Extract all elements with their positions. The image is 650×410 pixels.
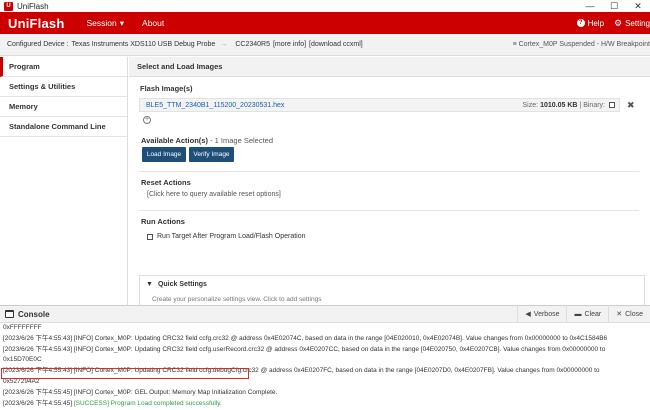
minimize-button[interactable]: — bbox=[578, 0, 602, 12]
flash-image-row[interactable]: BLE5_TTM_2340B1_115200_20230531.hex Size… bbox=[139, 98, 620, 112]
panel-title: Select and Load Images bbox=[129, 57, 650, 77]
brand-title: UniFlash bbox=[8, 15, 65, 31]
run-target-label: Run Target After Program Load/Flash Oper… bbox=[157, 233, 306, 240]
verify-image-button[interactable]: Verify Image bbox=[189, 147, 234, 162]
size-value: 1010.05 KB bbox=[540, 101, 578, 109]
binary-checkbox[interactable] bbox=[609, 102, 615, 108]
binary-label: | Binary: bbox=[579, 101, 605, 109]
session-menu-label: Session bbox=[86, 18, 117, 28]
nav-item-settings-utilities[interactable]: Settings & Utilities bbox=[0, 77, 127, 97]
file-size-info: Size: 1010.05 KB | Binary: bbox=[523, 102, 619, 109]
nav-item-standalone-command-line[interactable]: Standalone Command Line bbox=[0, 117, 127, 137]
caret-down-icon: ▼ bbox=[146, 280, 153, 288]
console-icon bbox=[5, 310, 14, 318]
close-icon: ✕ bbox=[616, 311, 623, 318]
header-actions: ? Help ⚙ Setting bbox=[576, 18, 650, 29]
section-divider bbox=[139, 210, 639, 211]
window-controls: — ☐ ✕ bbox=[578, 0, 650, 12]
verbose-label: Verbose bbox=[533, 310, 560, 318]
console-header: Console ◀ Verbose ▬ Clear ✕ Close bbox=[0, 305, 650, 323]
log-line: [2023/6/26 下午4:55:43] [INFO] Cortex_M0P:… bbox=[3, 345, 606, 353]
run-target-option[interactable]: Run Target After Program Load/Flash Oper… bbox=[147, 233, 306, 240]
more-info-link[interactable]: [more info] bbox=[273, 41, 306, 48]
arrow-right-icon: → bbox=[220, 41, 228, 48]
settings-label: Setting bbox=[625, 18, 650, 28]
target-status: ≡ Cortex_M0P Suspended - H/W Breakpoint bbox=[512, 41, 650, 48]
console-controls: ◀ Verbose ▬ Clear ✕ Close bbox=[517, 305, 650, 323]
success-timestamp: [2023/6/26 下午4:55:45] bbox=[3, 399, 73, 407]
clear-button[interactable]: ▬ Clear bbox=[566, 305, 608, 323]
log-line: [2023/6/26 下午4:55:43] [INFO] Cortex_M0P:… bbox=[3, 334, 608, 342]
console-title-label: Console bbox=[18, 309, 50, 319]
maximize-button[interactable]: ☐ bbox=[602, 0, 626, 12]
console-log: 0xFFFFFFFF [2023/6/26 下午4:55:43] [INFO] … bbox=[0, 323, 650, 410]
nav-item-program[interactable]: Program bbox=[0, 57, 127, 77]
main-panel: Select and Load Images Flash Image(s) bbox=[129, 57, 650, 305]
help-button[interactable]: ? Help bbox=[576, 18, 605, 28]
load-image-button[interactable]: Load Image bbox=[142, 147, 186, 162]
configured-device-label: Configured Device : bbox=[7, 41, 69, 48]
quick-settings-title: Quick Settings bbox=[157, 280, 207, 288]
caret-down-icon: ▾ bbox=[119, 17, 125, 28]
quick-settings-panel: ▼ Quick Settings Create your personalize… bbox=[139, 275, 645, 305]
gear-icon: ⚙ bbox=[614, 17, 623, 28]
download-ccxml-link[interactable]: [download ccxml] bbox=[309, 41, 363, 48]
device-name: CC2340R5 bbox=[235, 41, 270, 48]
probe-name: Texas Instruments XDS110 USB Debug Probe bbox=[71, 41, 216, 48]
nav-item-memory[interactable]: Memory bbox=[0, 97, 127, 117]
eraser-icon: ▬ bbox=[574, 310, 582, 318]
close-label: Close bbox=[625, 310, 643, 318]
session-menu[interactable]: Session ▾ bbox=[87, 18, 125, 29]
flash-images-title: Flash Image(s) bbox=[140, 84, 193, 93]
success-log-line: [2023/6/26 下午4:55:45] [SUCCESS] Program … bbox=[3, 399, 650, 410]
settings-button[interactable]: ⚙ Setting bbox=[614, 18, 650, 29]
size-label: Size: bbox=[522, 101, 539, 109]
query-reset-options-link[interactable]: [Click here to query available reset opt… bbox=[147, 191, 281, 198]
uniflash-logo-icon: U bbox=[4, 1, 13, 11]
close-window-button[interactable]: ✕ bbox=[626, 0, 650, 12]
window-titlebar: U UniFlash — ☐ ✕ bbox=[0, 0, 650, 12]
console-title: Console bbox=[5, 310, 50, 319]
quick-settings-hint[interactable]: Create your personalize settings view. C… bbox=[140, 296, 644, 303]
help-label: Help bbox=[587, 18, 605, 28]
success-message: [SUCCESS] Program Load completed success… bbox=[73, 399, 222, 407]
quick-settings-header[interactable]: ▼ Quick Settings bbox=[140, 276, 644, 292]
help-icon: ? bbox=[576, 19, 585, 27]
remove-image-icon[interactable]: ✖ bbox=[627, 100, 635, 111]
close-console-button[interactable]: ✕ Close bbox=[608, 305, 650, 323]
verbose-button[interactable]: ◀ Verbose bbox=[517, 305, 566, 323]
log-line: 0x15D70E0C bbox=[3, 356, 42, 364]
log-line: 0xFFFFFFFF bbox=[3, 324, 42, 331]
run-actions-title: Run Actions bbox=[141, 217, 185, 226]
section-divider bbox=[139, 171, 639, 172]
clear-label: Clear bbox=[584, 310, 602, 318]
log-line: [2023/6/26 下午4:55:45] [INFO] Cortex_M0P:… bbox=[3, 388, 278, 396]
device-bar: Configured Device : Texas Instruments XD… bbox=[0, 34, 650, 56]
flash-image-filename[interactable]: BLE5_TTM_2340B1_115200_20230531.hex bbox=[146, 102, 284, 109]
app-header: UniFlash Session ▾ About ? Help ⚙ Settin… bbox=[0, 12, 650, 34]
available-actions-label: Available Action(s) bbox=[141, 136, 208, 145]
available-actions-title: Available Action(s) - 1 Image Selected bbox=[141, 136, 273, 145]
success-highlight-box bbox=[1, 368, 249, 379]
add-image-icon[interactable]: + bbox=[143, 116, 151, 124]
left-nav: Program Settings & Utilities Memory Stan… bbox=[0, 57, 128, 305]
images-selected-count: - 1 Image Selected bbox=[210, 136, 274, 145]
run-target-checkbox[interactable] bbox=[147, 233, 153, 240]
reset-actions-title: Reset Actions bbox=[141, 178, 191, 187]
about-menu[interactable]: About bbox=[142, 18, 164, 28]
window-title: UniFlash bbox=[17, 1, 49, 11]
speaker-icon: ◀ bbox=[525, 311, 531, 318]
